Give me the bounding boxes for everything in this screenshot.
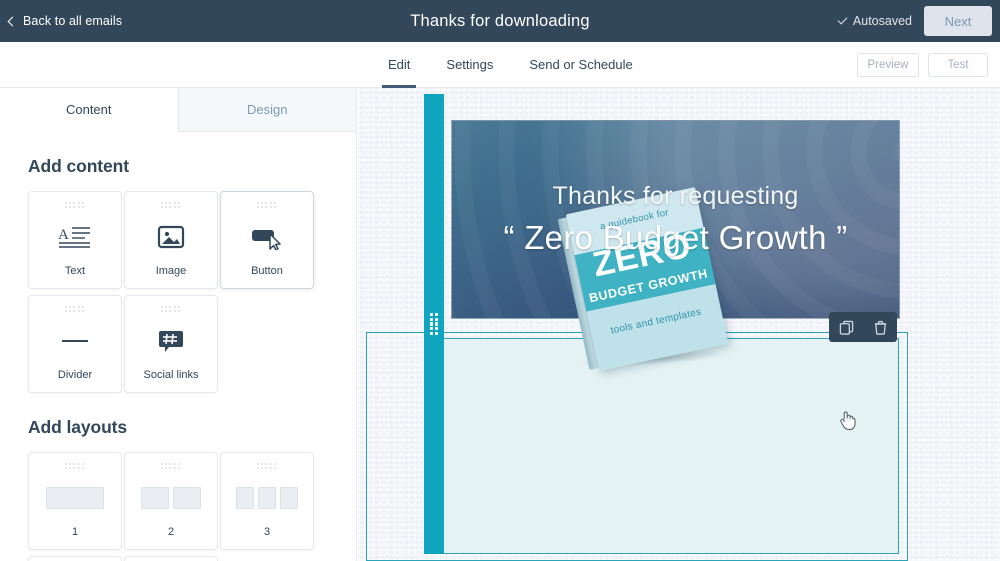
book-cover: a guidebook for ZERO BUDGET GROWTH tools… [557,187,729,371]
content-tile-label: Divider [57,369,93,381]
drag-grip-icon [161,463,181,470]
layout-tiles-grid: 1 2 3 [28,452,328,561]
drag-grip-icon [257,202,277,209]
autosave-label: Autosaved [852,14,912,28]
add-layouts-heading: Add layouts [28,417,128,437]
drag-grip-icon [161,202,181,209]
sidebar-body: Add content A Text Image Button Divider … [0,156,356,561]
module-drag-handle[interactable] [424,94,444,554]
trash-icon[interactable] [867,314,893,340]
back-to-all-emails-link[interactable]: Back to all emails [7,14,123,28]
sidebar-tabs: Content Design [0,88,356,132]
check-icon [837,14,848,24]
one-column-layout-icon [29,470,121,526]
content-tile-social-links[interactable]: Social links [124,295,218,393]
content-tile-label: Button [251,265,283,277]
email-editor-app: Back to all emails Thanks for downloadin… [0,0,1000,561]
image-icon [125,209,217,265]
three-column-layout-icon [221,470,313,526]
preview-test-actions: Preview Test [857,42,988,88]
tab-send-or-schedule[interactable]: Send or Schedule [511,42,650,88]
selected-module-body[interactable] [431,338,899,554]
layout-tile-label: 3 [263,526,271,538]
top-bar: Back to all emails Thanks for downloadin… [0,0,1000,42]
chevron-left-icon [7,16,18,26]
preview-button[interactable]: Preview [857,53,919,77]
book-line-4: tools and templates [609,306,703,337]
text-icon: A [29,209,121,265]
content-tiles-grid: A Text Image Button Divider Social links [28,191,328,393]
editor-tabs: Edit Settings Send or Schedule [370,42,651,88]
button-icon [221,209,313,265]
content-tile-divider[interactable]: Divider [28,295,122,393]
banner-line-2: “ Zero Budget Growth ” [503,219,848,256]
drag-grip-icon [65,202,85,209]
editor-tab-bar: Edit Settings Send or Schedule Preview T… [0,42,1000,88]
copy-icon[interactable] [833,314,859,340]
content-tile-label: Text [64,265,86,277]
content-tile-image[interactable]: Image [124,191,218,289]
layout-tile-partial-2[interactable] [124,556,218,561]
content-tile-text[interactable]: A Text [28,191,122,289]
layout-tile-label: 1 [71,526,79,538]
drag-grip-icon [257,463,277,470]
layout-tile-1-column[interactable]: 1 [28,452,122,550]
top-bar-actions: Autosaved Next [837,0,1000,42]
grip-dots-icon [430,313,438,335]
mouse-cursor-pointer [839,410,856,436]
drag-grip-icon [65,306,85,313]
left-sidebar: Content Design Add content A Text Image … [0,88,357,561]
content-tile-label: Social links [143,369,199,381]
drag-grip-icon [65,463,85,470]
svg-text:A: A [58,227,69,243]
next-button[interactable]: Next [924,6,992,36]
layout-tile-2-column[interactable]: 2 [124,452,218,550]
module-toolbar [829,312,897,342]
content-tile-label: Image [155,265,187,277]
sidebar-tab-design[interactable]: Design [177,88,356,132]
layout-tile-3-column[interactable]: 3 [220,452,314,550]
tab-settings[interactable]: Settings [428,42,511,88]
layout-tile-label: 2 [167,526,175,538]
test-button[interactable]: Test [928,53,988,77]
drag-grip-icon [161,306,181,313]
autosave-status: Autosaved [837,14,912,28]
banner-line-1: Thanks for requesting [552,182,799,210]
tab-edit[interactable]: Edit [370,42,428,88]
two-column-layout-icon [125,470,217,526]
content-tile-button[interactable]: Button [220,191,314,289]
layout-tile-partial-1[interactable] [28,556,122,561]
email-canvas[interactable]: Thanks for requesting “ Zero Budget Grow… [358,88,1000,561]
sidebar-tab-content[interactable]: Content [0,88,178,132]
social-links-icon [125,313,217,369]
back-to-all-emails-label: Back to all emails [23,14,123,28]
divider-icon [29,313,121,369]
add-content-heading: Add content [28,156,129,176]
